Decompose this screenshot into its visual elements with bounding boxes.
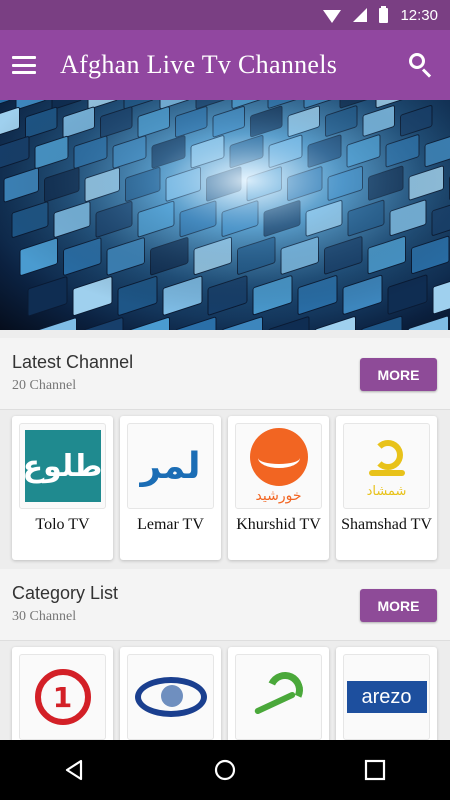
latest-channel-header: Latest Channel 20 Channel MORE [0, 338, 450, 410]
red-circle-logo: 1 [19, 654, 106, 740]
app-title: Afghan Live Tv Channels [60, 50, 338, 79]
channel-card-lemar[interactable]: لمر Lemar TV [120, 416, 221, 560]
channel-name: Lemar TV [137, 516, 204, 533]
shamshad-logo-text: شمشاد [366, 483, 407, 499]
battery-icon [379, 5, 389, 23]
shamshad-logo: شمشاد [343, 423, 430, 509]
tolo-logo-text: طلوع [22, 448, 103, 484]
status-time: 12:30 [400, 6, 438, 24]
channel-card-shamshad[interactable]: شمشاد Shamshad TV [336, 416, 437, 560]
signal-icon [353, 8, 368, 22]
wifi-icon [323, 9, 342, 23]
category-list-count: 30 Channel [12, 609, 77, 624]
navigation-bar [0, 740, 450, 800]
category-more-button[interactable]: MORE [360, 589, 437, 622]
lemar-logo-text: لمر [140, 445, 201, 487]
khurshid-logo-text: خورشید [255, 488, 302, 504]
logo-text: 1 [52, 680, 73, 714]
channel-card-tolo[interactable]: طلوع Tolo TV [12, 416, 113, 560]
hamburger-menu-icon[interactable] [12, 56, 36, 74]
latest-more-button[interactable]: MORE [360, 358, 437, 391]
home-icon[interactable] [205, 750, 245, 790]
globe-logo [127, 654, 214, 740]
banner-image [0, 100, 450, 330]
channel-name: Shamshad TV [341, 516, 432, 533]
channel-name: Khurshid TV [236, 516, 321, 533]
category-list-header: Category List 30 Channel MORE [0, 569, 450, 641]
logo-text: arezo [361, 685, 412, 708]
tolo-logo: طلوع [19, 423, 106, 509]
khurshid-logo: خورشید [235, 423, 322, 509]
channel-card-khurshid[interactable]: خورشید Khurshid TV [228, 416, 329, 560]
lemar-logo: لمر [127, 423, 214, 509]
back-icon[interactable] [55, 750, 95, 790]
latest-channel-count: 20 Channel [12, 378, 77, 393]
green-bird-logo [235, 654, 322, 740]
recents-icon[interactable] [355, 750, 395, 790]
app-bar: Afghan Live Tv Channels [0, 30, 450, 100]
search-icon[interactable] [408, 52, 434, 78]
latest-channel-list: طلوع Tolo TV لمر Lemar TV خورشید Khurshi… [0, 416, 450, 560]
tv-wall-graphic [0, 100, 450, 330]
arezo-logo: arezo [343, 654, 430, 740]
latest-channel-title: Latest Channel [12, 352, 134, 372]
channel-name: Tolo TV [35, 516, 90, 533]
status-bar: 12:30 [0, 0, 450, 30]
category-list-title: Category List [12, 583, 119, 603]
